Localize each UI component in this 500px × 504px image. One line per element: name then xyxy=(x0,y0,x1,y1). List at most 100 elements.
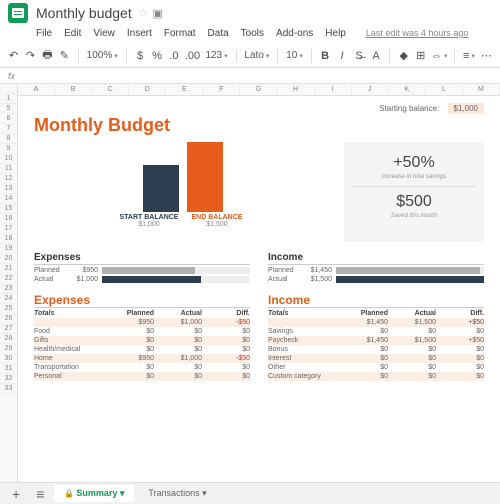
col-header[interactable]: I xyxy=(315,84,352,95)
col-header[interactable]: M xyxy=(463,84,500,95)
row-header[interactable]: 19 xyxy=(0,244,17,254)
add-sheet-button[interactable]: + xyxy=(6,486,26,502)
strikethrough-icon[interactable]: S̶ xyxy=(354,49,365,63)
row-header[interactable]: 17 xyxy=(0,224,17,234)
increase-decimal-icon[interactable]: .00 xyxy=(185,49,199,63)
row-header[interactable]: 21 xyxy=(0,264,17,274)
row-header[interactable]: 27 xyxy=(0,324,17,334)
merge-icon[interactable]: ⇔ xyxy=(432,49,446,63)
text-color-icon[interactable]: A xyxy=(371,49,382,63)
all-sheets-icon[interactable]: ≡ xyxy=(30,486,50,502)
col-header[interactable]: B xyxy=(55,84,92,95)
menu-data[interactable]: Data xyxy=(208,28,229,39)
row-header[interactable]: 1 xyxy=(0,94,17,104)
italic-icon[interactable]: I xyxy=(337,49,348,63)
font-dropdown[interactable]: Lato xyxy=(244,50,269,61)
row-header[interactable]: 26 xyxy=(0,314,17,324)
table-row: Home$950$1,000-$50 xyxy=(34,354,250,363)
sheets-logo-icon[interactable] xyxy=(8,3,28,23)
zoom-dropdown[interactable]: 100% xyxy=(87,50,118,61)
menu-bar: File Edit View Insert Format Data Tools … xyxy=(0,26,500,44)
table-row: Savings$0$0$0 xyxy=(268,327,484,336)
col-header[interactable]: G xyxy=(240,84,277,95)
row-header[interactable]: 10 xyxy=(0,154,17,164)
row-header[interactable]: 20 xyxy=(0,254,17,264)
percent-icon[interactable]: % xyxy=(152,49,163,63)
more-icon[interactable]: ⋯ xyxy=(481,49,492,63)
row-header[interactable]: 12 xyxy=(0,174,17,184)
row-header[interactable]: 8 xyxy=(0,134,17,144)
savings-stats: +50% Increase in total savings $500 Save… xyxy=(344,142,484,242)
fill-color-icon[interactable]: ◆ xyxy=(398,49,409,63)
row-header[interactable]: 14 xyxy=(0,194,17,204)
savings-pct: +50% xyxy=(352,154,476,172)
star-icon[interactable]: ☆ xyxy=(138,6,149,20)
menu-format[interactable]: Format xyxy=(164,28,196,39)
undo-icon[interactable]: ↶ xyxy=(8,49,19,63)
folder-icon[interactable]: ▣ xyxy=(153,7,163,20)
bold-icon[interactable]: B xyxy=(320,49,331,63)
col-header[interactable]: H xyxy=(278,84,315,95)
sheet-content[interactable]: Starting balance: $1,000 Monthly Budget … xyxy=(18,96,500,397)
row-header[interactable]: 18 xyxy=(0,234,17,244)
tab-transactions[interactable]: Transactions ▾ xyxy=(138,485,216,502)
row-header[interactable]: 15 xyxy=(0,204,17,214)
row-header[interactable]: 25 xyxy=(0,304,17,314)
borders-icon[interactable]: ⊞ xyxy=(415,49,426,63)
table-row: Personal$0$0$0 xyxy=(34,372,250,381)
start-balance-value: $1,000 xyxy=(119,221,179,228)
row-header[interactable]: 6 xyxy=(0,114,17,124)
row-header[interactable]: 31 xyxy=(0,364,17,374)
align-icon[interactable]: ≡ xyxy=(463,49,475,63)
expenses-summary: Expenses Planned$950 Actual$1,000 xyxy=(34,252,250,285)
row-header[interactable]: 9 xyxy=(0,144,17,154)
col-header[interactable]: E xyxy=(166,84,203,95)
col-header[interactable]: L xyxy=(426,84,463,95)
row-header[interactable]: 13 xyxy=(0,184,17,194)
col-header[interactable]: J xyxy=(352,84,389,95)
row-header[interactable]: 23 xyxy=(0,284,17,294)
col-header[interactable]: A xyxy=(18,84,55,95)
col-header[interactable]: F xyxy=(203,84,240,95)
row-header[interactable]: 7 xyxy=(0,124,17,134)
start-balance-bar xyxy=(143,165,179,212)
sheet-tabs: + ≡ 🔒Summary ▾ Transactions ▾ xyxy=(0,482,500,504)
redo-icon[interactable]: ↷ xyxy=(25,49,36,63)
row-header[interactable]: 24 xyxy=(0,294,17,304)
row-header[interactable]: 32 xyxy=(0,374,17,384)
column-headers[interactable]: ABCDEFGHIJKLM xyxy=(18,84,500,96)
decrease-decimal-icon[interactable]: .0 xyxy=(168,49,179,63)
document-title[interactable]: Monthly budget xyxy=(36,5,132,21)
col-header[interactable]: C xyxy=(92,84,129,95)
row-header[interactable]: 16 xyxy=(0,214,17,224)
menu-tools[interactable]: Tools xyxy=(241,28,264,39)
end-balance-value: $1,500 xyxy=(187,221,247,228)
currency-icon[interactable]: $ xyxy=(135,49,146,63)
row-header[interactable]: 28 xyxy=(0,334,17,344)
menu-addons[interactable]: Add-ons xyxy=(276,28,313,39)
tab-summary[interactable]: 🔒Summary ▾ xyxy=(54,485,134,502)
print-icon[interactable]: 🖶 xyxy=(42,49,53,63)
menu-file[interactable]: File xyxy=(36,28,52,39)
font-size-dropdown[interactable]: 10 xyxy=(286,50,303,61)
menu-edit[interactable]: Edit xyxy=(64,28,81,39)
saved-amount: $500 xyxy=(352,193,476,211)
row-header[interactable]: 33 xyxy=(0,384,17,394)
row-headers[interactable]: 1567891011121314151617181920212223242526… xyxy=(0,84,18,482)
row-header[interactable]: 30 xyxy=(0,354,17,364)
col-header[interactable]: D xyxy=(129,84,166,95)
formula-bar[interactable]: fx xyxy=(0,68,500,84)
paint-format-icon[interactable]: ✎ xyxy=(59,49,70,63)
row-header[interactable]: 11 xyxy=(0,164,17,174)
number-format-dropdown[interactable]: 123 xyxy=(205,50,227,61)
last-edit-link[interactable]: Last edit was 4 hours ago xyxy=(366,28,469,38)
menu-insert[interactable]: Insert xyxy=(127,28,152,39)
menu-help[interactable]: Help xyxy=(325,28,346,39)
row-header[interactable]: 22 xyxy=(0,274,17,284)
row-header[interactable]: 5 xyxy=(0,104,17,114)
table-row: Gifts$0$0$0 xyxy=(34,336,250,345)
menu-view[interactable]: View xyxy=(93,28,115,39)
col-header[interactable]: K xyxy=(389,84,426,95)
table-row: Transportation$0$0$0 xyxy=(34,363,250,372)
row-header[interactable]: 29 xyxy=(0,344,17,354)
